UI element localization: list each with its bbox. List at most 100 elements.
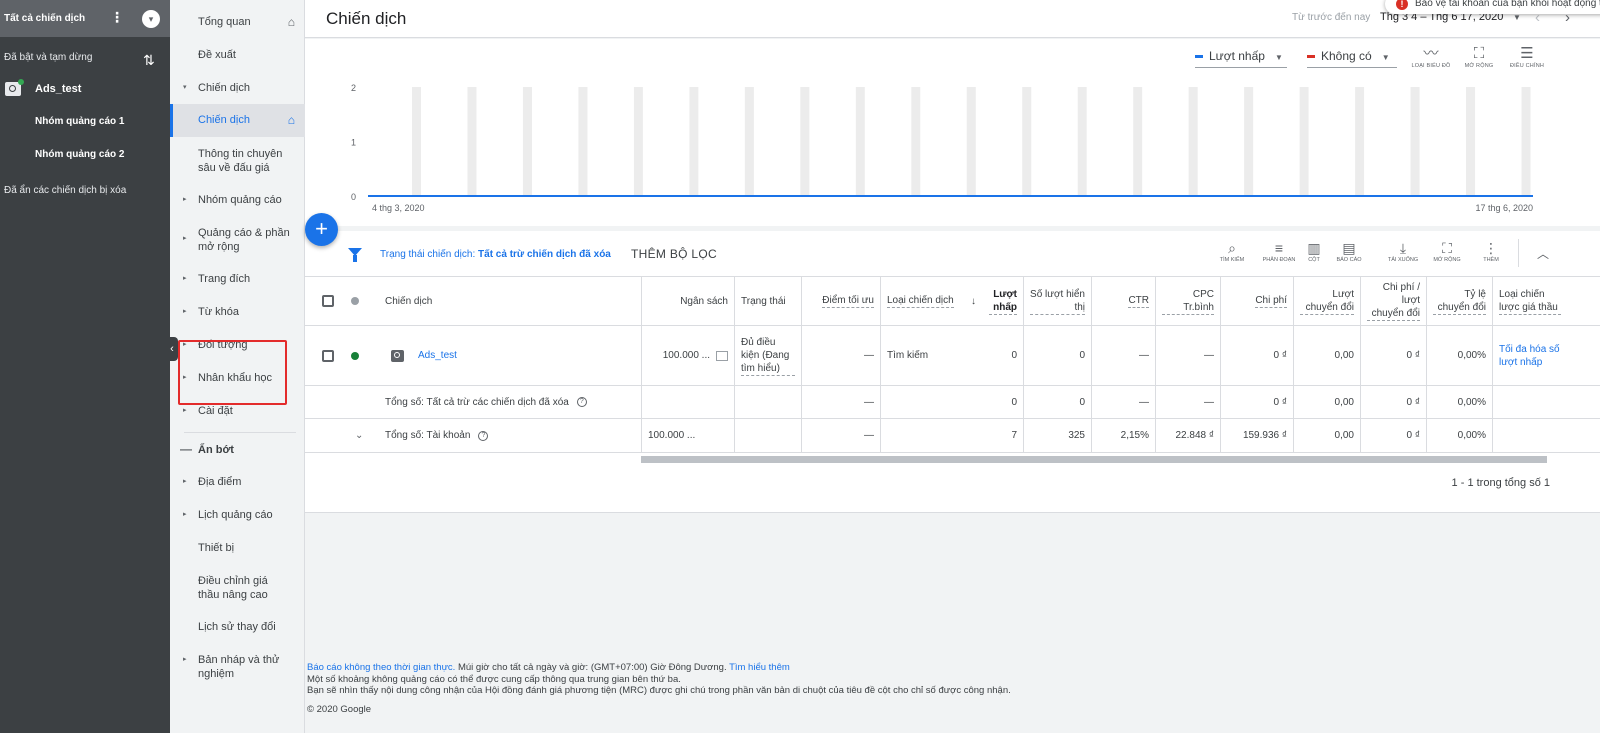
nav-item-campaigns[interactable]: Chiến dịch ⌂ xyxy=(170,104,305,137)
nav-item-devices[interactable]: Thiết bị xyxy=(170,541,305,555)
help-icon[interactable]: ? xyxy=(478,430,489,441)
row-checkbox[interactable] xyxy=(322,349,334,362)
footer-learn-more-link[interactable]: Tìm hiểu thêm xyxy=(729,662,790,673)
y-tick-label: 0 xyxy=(351,192,356,202)
total-filtered-conv-rate: 0,00% xyxy=(1426,386,1492,418)
dropdown-circle-icon[interactable]: ▾ xyxy=(142,10,160,28)
empty-cell xyxy=(1492,386,1567,418)
enabled-status-icon[interactable] xyxy=(351,351,359,360)
row-status-text-cell[interactable]: Đủ điều kiện (Đang tìm hiểu) xyxy=(734,326,801,385)
weekend-band xyxy=(412,87,421,196)
security-toast[interactable]: ! Bảo vệ tài khoản của bạn khỏi hoạt độn… xyxy=(1385,0,1600,14)
header-ctr[interactable]: CTR xyxy=(1091,277,1155,325)
caret-down-icon[interactable]: ▼ xyxy=(1513,13,1521,22)
sort-icon[interactable]: ⇅ xyxy=(143,52,155,69)
footer-realtime-link[interactable]: Báo cáo không theo thời gian thực. xyxy=(307,662,455,673)
tool-label: BÁO CÁO xyxy=(1336,257,1362,263)
total-filtered-conv: 0,00 xyxy=(1293,386,1360,418)
chevron-up-icon[interactable]: ︿ xyxy=(1537,245,1549,262)
add-campaign-button[interactable]: + xyxy=(305,213,338,246)
help-icon[interactable]: ? xyxy=(576,397,587,407)
table-download-button[interactable]: ⤓ TẢI XUỐNG xyxy=(1383,239,1423,263)
collapse-panel-handle[interactable]: ‹ xyxy=(166,337,178,361)
home-icon[interactable]: ⌂ xyxy=(288,15,295,29)
header-bid-strategy[interactable]: Loại chiến lược giá thầu xyxy=(1492,277,1567,325)
tree-campaign-item[interactable]: Ads_test xyxy=(35,83,81,95)
nav-group-campaigns[interactable]: ▾ Chiến dịch xyxy=(170,81,305,95)
tree-adgroup-item-2[interactable]: Nhóm quảng cáo 2 xyxy=(35,149,124,160)
empty-cell xyxy=(880,386,983,418)
horizontal-scrollbar[interactable] xyxy=(641,456,1547,463)
total-filtered-label: Tổng số: Tất cả trừ các chiến dịch đã xó… xyxy=(385,396,569,408)
nav-item-ad-groups[interactable]: ▸ Nhóm quảng cáo xyxy=(170,193,305,207)
header-campaign[interactable]: Chiến dịch xyxy=(379,277,639,325)
campaign-link[interactable]: Ads_test xyxy=(418,349,457,362)
status-dot-icon[interactable] xyxy=(351,297,359,305)
table-more-button[interactable]: ⋮ THÊM xyxy=(1471,239,1511,263)
header-conversions[interactable]: Lượt chuyển đổi xyxy=(1293,277,1360,325)
nav-item-ad-schedule[interactable]: ▸ Lịch quảng cáo xyxy=(170,508,305,522)
nav-item-ads-extensions[interactable]: ▸ Quảng cáo & phần mở rộng xyxy=(170,226,290,254)
footer-timezone: Múi giờ cho tất cả ngày và giờ: (GMT+07:… xyxy=(455,662,727,673)
header-cost-per-conv[interactable]: Chi phí / lượt chuyển đổi xyxy=(1360,277,1426,325)
tree-filter-label[interactable]: Đã bật và tạm dừng xyxy=(4,52,92,63)
weekend-band xyxy=(744,87,754,196)
bid-strategy-link[interactable]: Tối đa hóa số lượt nhấp xyxy=(1499,343,1561,369)
row-cpc-cell: — xyxy=(1155,326,1220,385)
table-columns-button[interactable]: ▥ CỘT xyxy=(1294,239,1334,263)
header-budget[interactable]: Ngân sách xyxy=(641,277,734,325)
header-type-label: Loại chiến dịch xyxy=(887,295,954,308)
nav-item-keywords[interactable]: ▸ Từ khóa xyxy=(170,305,305,319)
header-status[interactable]: Trạng thái xyxy=(734,277,801,325)
nav-item-advanced-bid-adj[interactable]: Điều chỉnh giá thầu nâng cao xyxy=(170,574,292,602)
table-segment-button[interactable]: ≡ PHÂN ĐOẠN xyxy=(1259,239,1299,263)
total-filtered-row: Tổng số: Tất cả trừ các chiến dịch đã xó… xyxy=(305,386,1600,419)
nav-item-locations[interactable]: ▸ Địa điểm xyxy=(170,475,305,489)
table-reports-button[interactable]: ▤ BÁO CÁO xyxy=(1329,239,1369,263)
more-vert-icon[interactable]: ⋮ xyxy=(110,10,124,24)
campaign-tree-header[interactable]: Tất cả chiến dịch ⋮ ▾ xyxy=(0,0,170,37)
header-impressions[interactable]: Số lượt hiển thị xyxy=(1023,277,1091,325)
nav-item-recommendations[interactable]: Đề xuất xyxy=(170,48,305,62)
weekend-band xyxy=(1299,87,1309,196)
header-ctr-label: CTR xyxy=(1128,295,1149,308)
nav-show-less[interactable]: — Ẩn bớt xyxy=(170,442,305,457)
header-campaign-type[interactable]: Loại chiến dịch xyxy=(880,277,965,325)
status-filter-chip[interactable]: Trạng thái chiến dịch: Tất cả trừ chiến … xyxy=(380,249,611,260)
search-icon: ⌕ xyxy=(1228,240,1236,256)
home-icon[interactable]: ⌂ xyxy=(288,104,295,137)
download-icon: ⤓ xyxy=(1399,240,1407,256)
add-filter-button[interactable]: THÊM BỘ LỌC xyxy=(631,247,717,261)
nav-item-auction-insights[interactable]: Thông tin chuyên sâu về đấu giá xyxy=(170,147,290,175)
select-all-checkbox[interactable] xyxy=(322,295,334,307)
nav-label: Ẩn bớt xyxy=(198,444,234,456)
x-tick-label-start: 4 thg 3, 2020 xyxy=(372,203,425,213)
table-expand-button[interactable]: ⛶ MỞ RỘNG xyxy=(1427,239,1467,263)
nav-item-overview[interactable]: Tổng quan ⌂ xyxy=(170,15,305,29)
weekend-band xyxy=(578,87,588,196)
header-cost[interactable]: Chi phí xyxy=(1220,277,1293,325)
expand-more-icon[interactable]: ⌄ xyxy=(349,419,369,452)
header-opt-score[interactable]: Điểm tối ưu xyxy=(801,277,880,325)
table-row[interactable]: Ads_test 100.000 ... Đủ điều kiện (Đang … xyxy=(305,326,1600,386)
caret-right-icon: ▸ xyxy=(183,478,187,485)
header-clicks[interactable]: Lượt nhấp xyxy=(983,277,1023,325)
fullscreen-icon: ⛶ xyxy=(1442,240,1452,256)
weekend-band xyxy=(911,87,921,196)
nav-item-change-history[interactable]: Lịch sử thay đổi xyxy=(170,620,305,634)
filter-icon[interactable] xyxy=(348,248,362,262)
tree-hidden-removed[interactable]: Đã ẩn các chiến dịch bị xóa xyxy=(4,185,126,196)
nav-item-landing-pages[interactable]: ▸ Trang đích xyxy=(170,272,305,286)
total-account-conv: 0,00 xyxy=(1293,419,1360,452)
total-filtered-cpc: — xyxy=(1155,386,1220,418)
tree-adgroup-item-1[interactable]: Nhóm quảng cáo 1 xyxy=(35,116,124,127)
nav-item-drafts-experiments[interactable]: ▸ Bản nháp và thử nghiệm xyxy=(170,653,288,681)
row-budget-cell[interactable]: 100.000 ... xyxy=(641,326,734,385)
budget-chart-icon[interactable] xyxy=(716,350,728,361)
nav-item-settings[interactable]: ▸ Cài đặt xyxy=(170,404,305,418)
header-conv-rate[interactable]: Tỷ lệ chuyển đổi xyxy=(1426,277,1492,325)
header-avg-cpc[interactable]: CPC Tr.bình xyxy=(1155,277,1220,325)
row-conv-cell: 0,00 xyxy=(1293,326,1360,385)
row-conv-rate-cell: 0,00% xyxy=(1426,326,1492,385)
table-search-button[interactable]: ⌕ TÌM KIẾM xyxy=(1212,239,1252,263)
